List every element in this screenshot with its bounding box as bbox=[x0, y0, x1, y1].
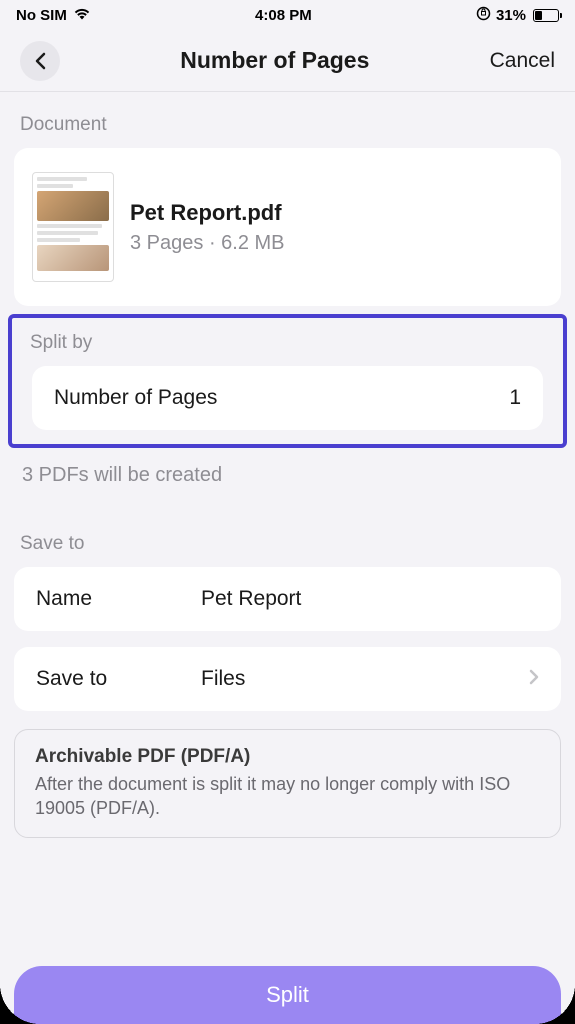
back-button[interactable] bbox=[20, 41, 60, 81]
saveto-row[interactable]: Save to Files bbox=[14, 647, 561, 711]
split-result-text: 3 PDFs will be created bbox=[0, 448, 575, 503]
info-body: After the document is split it may no lo… bbox=[35, 772, 540, 821]
saveto-label: Save to bbox=[36, 667, 201, 691]
split-value: 1 bbox=[509, 386, 521, 410]
status-bar: No SIM 4:08 PM 31% bbox=[0, 0, 575, 30]
status-time: 4:08 PM bbox=[255, 7, 312, 24]
document-card: Pet Report.pdf 3 Pages · 6.2 MB bbox=[14, 148, 561, 306]
name-label: Name bbox=[36, 587, 201, 611]
orientation-lock-icon bbox=[476, 6, 491, 25]
info-card: Archivable PDF (PDF/A) After the documen… bbox=[14, 729, 561, 838]
device-corner bbox=[535, 984, 575, 1024]
section-label-split: Split by bbox=[18, 318, 557, 366]
carrier-text: No SIM bbox=[16, 7, 67, 24]
split-button[interactable]: Split bbox=[14, 966, 561, 1024]
document-name: Pet Report.pdf bbox=[130, 200, 285, 226]
chevron-right-icon bbox=[529, 669, 539, 690]
section-label-document: Document bbox=[0, 92, 575, 148]
nav-bar: Number of Pages Cancel bbox=[0, 30, 575, 92]
info-title: Archivable PDF (PDF/A) bbox=[35, 746, 540, 768]
page-title: Number of Pages bbox=[180, 47, 369, 74]
highlight-box: Split by Number of Pages 1 bbox=[8, 314, 567, 448]
split-row[interactable]: Number of Pages 1 bbox=[32, 366, 543, 430]
document-meta: 3 Pages · 6.2 MB bbox=[130, 232, 285, 255]
battery-pct: 31% bbox=[496, 7, 526, 24]
chevron-left-icon bbox=[34, 52, 46, 70]
name-row[interactable]: Name Pet Report bbox=[14, 567, 561, 631]
split-label: Number of Pages bbox=[54, 386, 217, 410]
section-label-save: Save to bbox=[0, 503, 575, 567]
battery-icon bbox=[533, 9, 559, 22]
document-thumbnail bbox=[32, 172, 114, 282]
name-value: Pet Report bbox=[201, 587, 539, 611]
saveto-value: Files bbox=[201, 667, 529, 691]
wifi-icon bbox=[73, 7, 91, 24]
cancel-button[interactable]: Cancel bbox=[490, 49, 555, 73]
